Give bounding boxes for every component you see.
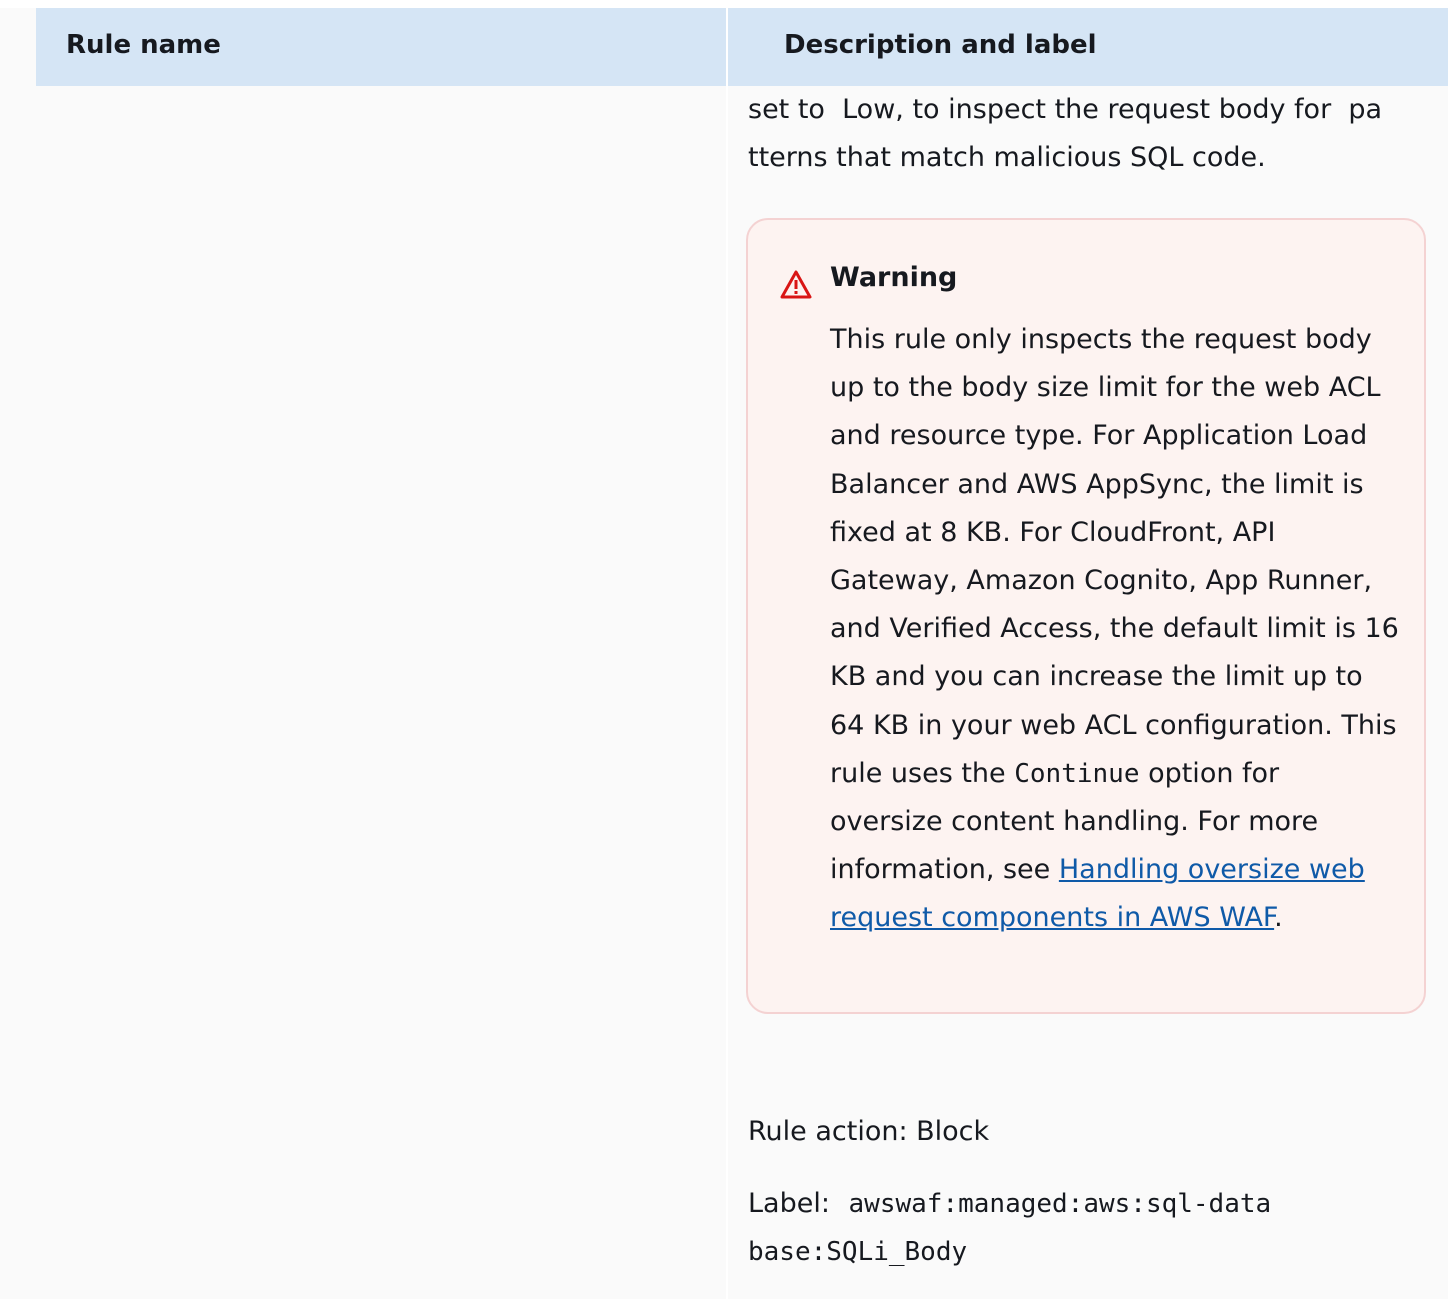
warning-title: Warning <box>830 262 958 293</box>
warning-triangle-icon <box>780 270 812 299</box>
label-prefix: Label: <box>748 1188 839 1219</box>
warning-text: This rule only inspects the request body… <box>830 324 1399 789</box>
rule-action: Rule action: Block <box>748 1116 990 1147</box>
label-value: base:SQLi_Body <box>748 1237 968 1267</box>
description-line: tterns that match malicious SQL code. <box>748 142 1266 173</box>
warning-body: This rule only inspects the request body… <box>830 316 1400 943</box>
label-value: awswaf:managed:aws:sql-data <box>848 1189 1272 1219</box>
table-header: Rule name Description and label <box>36 8 1448 86</box>
column-header-description: Description and label <box>784 30 1097 60</box>
column-header-rule-name: Rule name <box>66 30 221 60</box>
warning-text-end: . <box>1274 902 1283 934</box>
inline-code: Continue <box>1014 758 1140 789</box>
warning-alert: Warning This rule only inspects the requ… <box>746 218 1426 1014</box>
rule-label: Label: awswaf:managed:aws:sql-data base:… <box>748 1180 1428 1276</box>
rules-table: Rule name Description and label set to L… <box>0 8 1448 1299</box>
column-divider <box>726 8 728 1299</box>
description-text: set to Low, to inspect the request body … <box>748 86 1438 182</box>
description-line: set to Low, to inspect the request body … <box>748 94 1383 125</box>
